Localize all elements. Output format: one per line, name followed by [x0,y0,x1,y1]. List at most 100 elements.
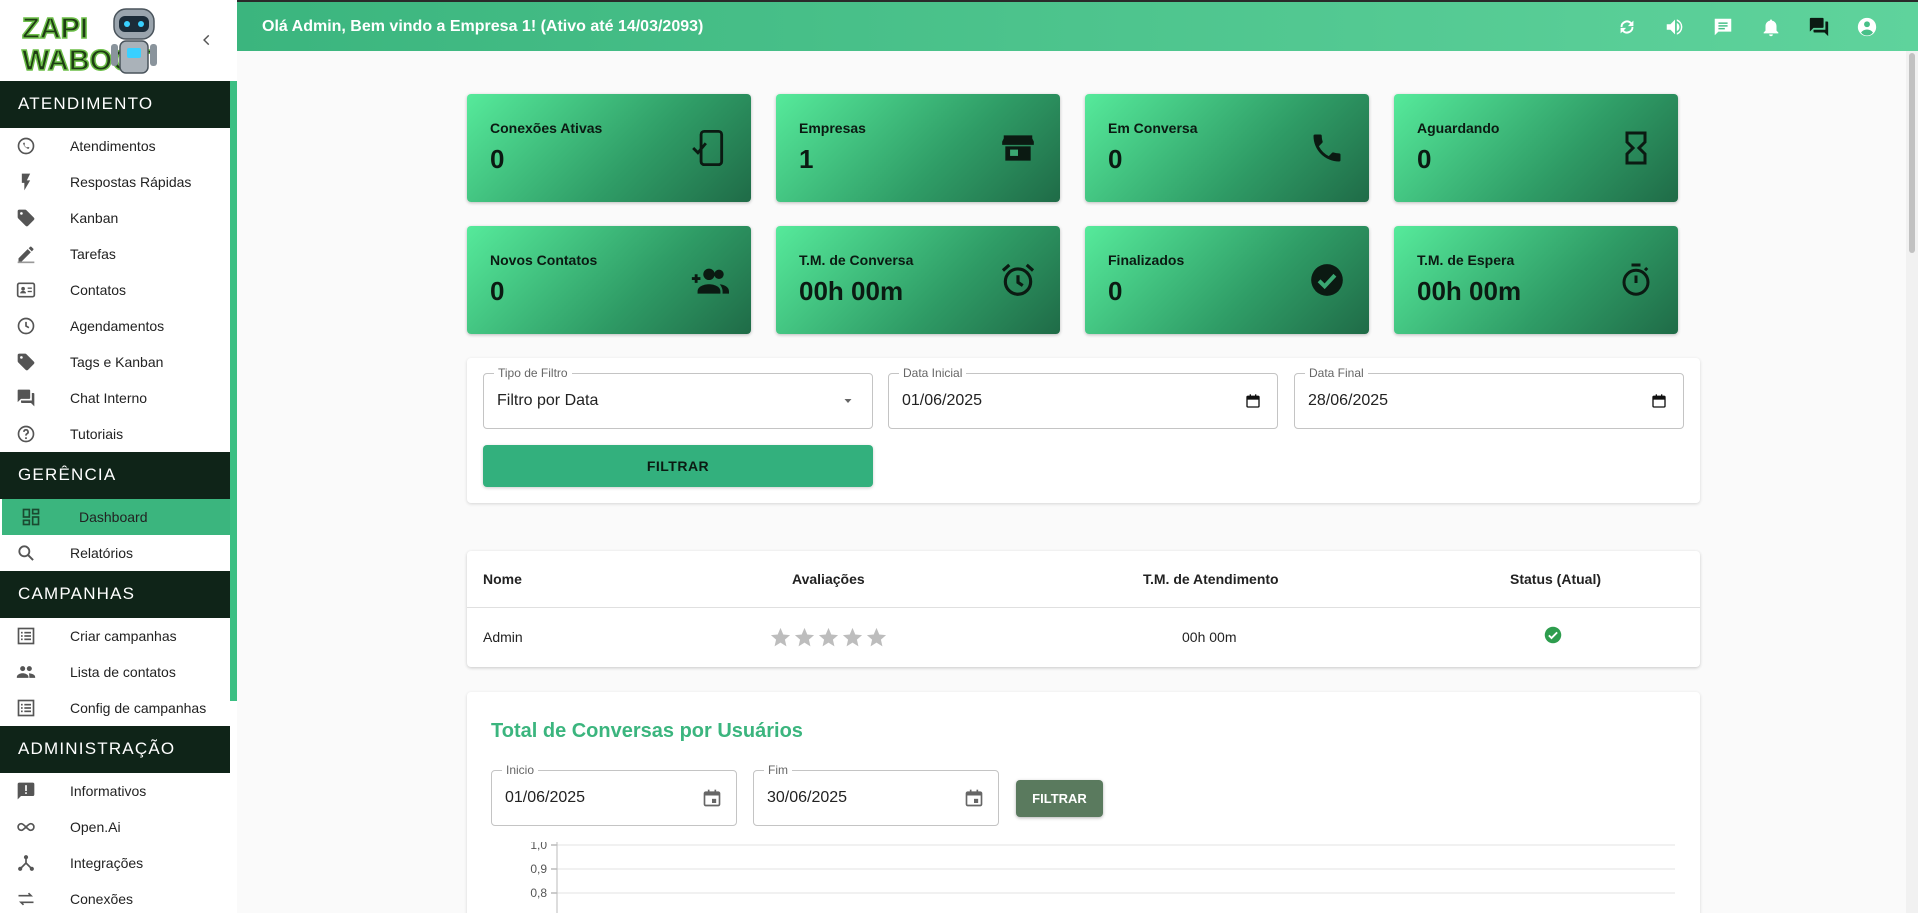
contact-card-icon [13,277,39,303]
people-icon [13,659,39,685]
sidebar-item-label: Agendamentos [70,318,165,334]
sidebar-item-lista-de-contatos[interactable]: Lista de contatos [0,654,230,690]
sidebar-item-tutoriais[interactable]: Tutoriais [0,416,230,452]
volume-icon[interactable] [1662,14,1688,40]
bell-icon[interactable] [1758,14,1784,40]
conversations-chart: 1,0 0,9 0,8 [530,842,1675,913]
scroll-thumb[interactable] [1909,53,1915,253]
header-tm-atendimento: T.M. de Atendimento [1143,571,1279,587]
sidebar-item-tags-e-kanban[interactable]: Tags e Kanban [0,344,230,380]
search-icon [13,540,39,566]
sidebar-item-integracoes[interactable]: Integrações [0,845,230,881]
swap-icon [13,886,39,912]
section-header-gerência: GERÊNCIA [0,452,230,499]
sidebar-item-atendimentos[interactable]: Atendimentos [0,128,230,164]
collapse-sidebar-button[interactable] [196,28,218,52]
sidebar-item-criar-campanhas[interactable]: Criar campanhas [0,618,230,654]
calendar-icon[interactable] [702,788,722,808]
phone-icon [1307,128,1347,168]
chart-end-value: 30/06/2025 [767,789,848,806]
dropdown-arrow-icon[interactable] [838,391,858,411]
account-icon[interactable] [1854,14,1880,40]
rating-stars [769,626,888,649]
logo-area: ZAPI WABOOT [0,0,230,81]
star-icon [817,626,840,649]
chat-icon[interactable] [1710,14,1736,40]
calendar-icon[interactable] [1243,391,1263,411]
store-icon [998,128,1038,168]
logo: ZAPI WABOOT [21,8,157,78]
alarm-icon [998,260,1038,300]
section-header-campanhas: CAMPANHAS [0,571,230,618]
user-name: Admin [483,629,523,645]
stat-card-empresas: Empresas 1 [776,94,1060,202]
sidebar-item-tarefas[interactable]: Tarefas [0,236,230,272]
help-icon [13,421,39,447]
sidebar-item-agendamentos[interactable]: Agendamentos [0,308,230,344]
filter-type-select[interactable]: Tipo de Filtro Filtro por Data [483,366,873,429]
refresh-icon[interactable] [1614,14,1640,40]
stat-card-label: Novos Contatos [490,252,598,268]
sidebar-item-label: Tutoriais [70,426,124,442]
list-icon [13,623,39,649]
end-date-field[interactable]: Data Final 28/06/2025 [1294,366,1684,429]
sidebar-item-label: Config de campanhas [70,700,207,716]
user-tm: 00h 00m [1182,629,1237,645]
sidebar-item-label: Criar campanhas [70,628,177,644]
sidebar-menu: ZAPI WABOOT ATENDIMENTO Atendimentos Respo… [0,0,230,913]
sidebar-item-chat-interno[interactable]: Chat Interno [0,380,230,416]
hub-icon [13,850,39,876]
stat-card-label: Conexões Ativas [490,120,603,136]
header-nome: Nome [483,571,522,587]
calendar-icon[interactable] [1649,391,1669,411]
sidebar-item-label: Conexões [70,891,134,907]
chart-filter-button[interactable]: FILTRAR [1016,780,1103,817]
chart-end-date-field[interactable]: Fim 30/06/2025 [753,763,999,826]
sidebar-item-informativos[interactable]: Informativos [0,773,230,809]
table-row: Admin 00h 00m [467,609,1700,666]
chart-start-label: Inicio [502,763,539,777]
phone-check-icon [689,128,729,168]
start-date-field[interactable]: Data Inicial 01/06/2025 [888,366,1278,429]
sidebar-item-label: Respostas Rápidas [70,174,192,190]
tag-icon [13,349,39,375]
stat-card-label: Em Conversa [1108,120,1198,136]
sidebar-item-respostas-rapidas[interactable]: Respostas Rápidas [0,164,230,200]
sidebar-item-label: Integrações [70,855,144,871]
hourglass-icon [1616,128,1656,168]
header-status: Status (Atual) [1510,571,1601,587]
filter-type-value: Filtro por Data [497,392,599,409]
greeting-text: Olá Admin, Bem vindo a Empresa 1! (Ativo… [262,17,704,35]
stat-card-conexoes-ativas: Conexões Ativas 0 [467,94,751,202]
table-header: Nome Avaliações T.M. de Atendimento Stat… [467,551,1700,608]
filter-panel: Tipo de Filtro Filtro por Data Data Inic… [467,358,1700,503]
sidebar-item-label: Informativos [70,783,147,799]
star-icon [793,626,816,649]
calendar-icon[interactable] [964,788,984,808]
forum-icon[interactable] [1806,14,1832,40]
sidebar-item-label: Tarefas [70,246,116,262]
chevron-left-icon [203,34,210,46]
sidebar-item-label: Tags e Kanban [70,354,164,370]
sidebar-item-conexoes[interactable]: Conexões [0,881,230,913]
sidebar-item-dashboard[interactable]: Dashboard [2,499,230,535]
whatsapp-icon [13,133,39,159]
sidebar-item-relatorios[interactable]: Relatórios [0,535,230,571]
sidebar-item-label: Open.Ai [70,819,121,835]
sidebar-item-label: Contatos [70,282,127,298]
sidebar-item-contatos[interactable]: Contatos [0,272,230,308]
filter-button[interactable]: FILTRAR [483,445,873,487]
star-icon [865,626,888,649]
sidebar-item-open-ai[interactable]: Open.Ai [0,809,230,845]
scrollbar[interactable] [1906,51,1918,913]
chart-start-date-field[interactable]: Inicio 01/06/2025 [491,763,737,826]
status-online-icon [1544,626,1562,647]
sidebar-item-kanban[interactable]: Kanban [0,200,230,236]
stat-card-label: Finalizados [1108,252,1185,268]
sidebar-item-config-de-campanhas[interactable]: Config de campanhas [0,690,230,726]
stat-card-value: 00h 00m [1417,276,1522,306]
stat-card-value: 0 [490,276,505,306]
stat-card-label: Empresas [799,120,866,136]
announcement-icon [13,778,39,804]
stat-card-novos-contatos: Novos Contatos 0 [467,226,751,334]
